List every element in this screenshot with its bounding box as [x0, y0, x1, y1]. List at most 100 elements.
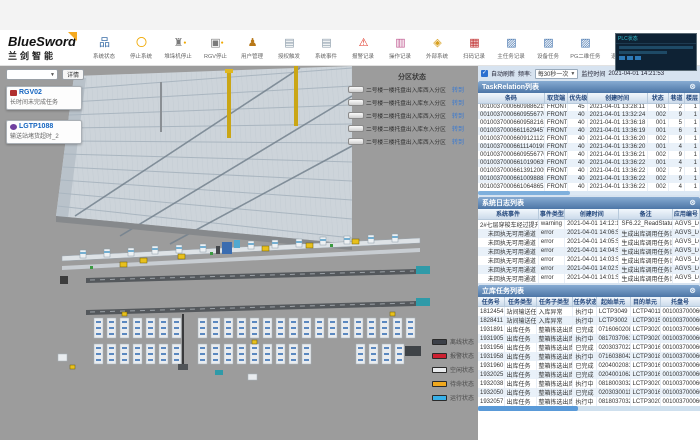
auto-refresh-checkbox[interactable]: ✓: [481, 70, 488, 77]
horizontal-scrollbar[interactable]: [478, 406, 700, 411]
toolbar-item[interactable]: ⚠ 报警记录: [345, 36, 382, 60]
toolbar-item-label: PG二维任务: [570, 51, 600, 59]
alert-card[interactable]: RGV02 长时间未完成任务: [6, 86, 82, 110]
column-header[interactable]: 条码: [478, 93, 544, 103]
legend-swatch: [432, 395, 447, 401]
table-row[interactable]: 00100370006609556770FRONT402021-04-01 13…: [478, 111, 700, 119]
column-header[interactable]: 状态: [647, 93, 668, 103]
toolbar-item[interactable]: ▣● RGV停止: [197, 36, 234, 60]
legend-label: 运行状态: [450, 393, 474, 402]
zone-row: 二号楼三楼托盘出入库西入分区 转到: [348, 137, 476, 146]
toolbar-item[interactable]: ▤ 系统事件: [308, 36, 345, 60]
device-select[interactable]: ▼: [6, 69, 58, 80]
table-row[interactable]: 未回执无可用通道error2021-04-01 14:01:56生成出库调用任务…: [478, 274, 700, 283]
table-row[interactable]: 1932025出库任务整箱拣选出库已完成0204001062LCTP301600…: [478, 370, 700, 379]
column-header[interactable]: 优先级: [568, 93, 587, 103]
zone-toggle[interactable]: [348, 99, 364, 106]
table-row[interactable]: 1932057出库任务整箱拣选出库执行中0818037032LCTP302000…: [478, 397, 700, 406]
table-row[interactable]: 1931905出库任务整箱拣选出库执行中0817037061LCTP302000…: [478, 334, 700, 343]
toolbar-item[interactable]: ▦ 扫码记录: [456, 36, 493, 60]
column-header[interactable]: 托盘号: [660, 297, 700, 307]
table-row[interactable]: 2#七层穿梭车经过提升机异常,车头长度warning2021-04-01 14:…: [478, 219, 700, 229]
table-row[interactable]: 00100370006609556770FRONT402021-04-01 13…: [478, 151, 700, 159]
toolbar-item-label: 操作记录: [389, 51, 411, 59]
zone-toggle[interactable]: [348, 86, 364, 93]
zone-toggle[interactable]: [348, 125, 364, 132]
table-row[interactable]: 未回执无可用通道error2021-04-01 14:02:56生成出库调用任务…: [478, 265, 700, 274]
table-row[interactable]: 1931960出库任务整箱拣选出库已完成0204002081LCTP301600…: [478, 361, 700, 370]
table-row[interactable]: 未回执无可用通道error2021-04-01 14:03:56生成出库调用任务…: [478, 256, 700, 265]
table-header-row: 系统事件事件类型创建时间备注应用编号: [478, 209, 700, 219]
column-header[interactable]: 目的单元: [630, 297, 660, 307]
zone-goto-link[interactable]: 转到: [452, 85, 464, 94]
table-row[interactable]: 00100370006609582162FRONT402021-04-01 13…: [478, 119, 700, 127]
close-icon[interactable]: ⊗: [689, 197, 696, 209]
column-header[interactable]: 事件类型: [538, 209, 564, 219]
column-header[interactable]: 楼层: [684, 93, 699, 103]
detail-button[interactable]: 详情: [62, 69, 84, 80]
alert-card[interactable]: LGTP1088 输送站堵货超时_2: [6, 120, 82, 144]
zone-goto-link[interactable]: 转到: [452, 111, 464, 120]
table-row[interactable]: 1931891出库任务整箱拣选出库已完成0716060208LCTP302000…: [478, 325, 700, 334]
table-row[interactable]: 未回执无可用通道error2021-04-01 14:04:56生成出库调用任务…: [478, 247, 700, 256]
close-icon[interactable]: ⊗: [689, 285, 696, 297]
table-row[interactable]: 00100370006609121123FRONT402021-04-01 13…: [478, 135, 700, 143]
table-row[interactable]: 00100370006611140190FRONT402021-04-01 13…: [478, 143, 700, 151]
table-row[interactable]: 00100370006610190639FRONT402021-04-01 13…: [478, 159, 700, 167]
toolbar-item[interactable]: ▨ 设备任务: [530, 36, 567, 60]
warehouse-3d-viewport[interactable]: ▼ 详情 RGV02 长时间未完成任务 LGTP1088 输送站堵货超时_2 分…: [0, 66, 478, 440]
horizontal-scrollbar[interactable]: [478, 191, 700, 195]
toolbar-item[interactable]: ▨ PG二维任务: [567, 36, 604, 60]
table-row[interactable]: 00100370006610098881FRONT402021-04-01 13…: [478, 175, 700, 183]
toolbar-item[interactable]: ♜● 堆垛机停止: [160, 36, 197, 60]
table-row[interactable]: 未回执无可用通道error2021-04-01 14:05:56生成出库调用任务…: [478, 238, 700, 247]
table-row[interactable]: 未回执无可用通道error2021-04-01 14:06:57生成出库调用任务…: [478, 229, 700, 238]
table-row[interactable]: 00100370006609886219FRONT452021-04-01 13…: [478, 103, 700, 111]
table-row[interactable]: 1828411站间输送任务入库异常执行中LCTP3002LCTP30150010…: [478, 316, 700, 325]
column-header[interactable]: 取货端: [544, 93, 568, 103]
brand-logo: BlueSword 兰剑智能: [0, 34, 86, 62]
column-header[interactable]: 备注: [619, 209, 672, 219]
pg-task-icon: ▨: [580, 36, 590, 51]
toolbar-item-label: 外部系统: [426, 51, 448, 59]
column-header[interactable]: 起始单元: [596, 297, 630, 307]
column-header[interactable]: 创建时间: [587, 93, 647, 103]
table-row[interactable]: 00100370006613912005FRONT402021-04-01 13…: [478, 167, 700, 175]
rgv-icon: [10, 90, 17, 96]
zone-goto-link[interactable]: 转到: [452, 124, 464, 133]
column-header[interactable]: 巷道: [668, 93, 684, 103]
column-header[interactable]: 应用编号: [672, 209, 699, 219]
toolbar-item[interactable]: 〇 停止系统: [123, 36, 160, 60]
column-header[interactable]: 任务类型: [504, 297, 536, 307]
table-row[interactable]: 00100370006611629457FRONT402021-04-01 13…: [478, 127, 700, 135]
table-row[interactable]: 1932038出库任务整箱拣选出库执行中0818003032LCTP302000…: [478, 379, 700, 388]
column-header[interactable]: 任务状态: [572, 297, 596, 307]
column-header[interactable]: 任务子类型: [536, 297, 572, 307]
zone-toggle[interactable]: [348, 138, 364, 145]
task-relation-table: 条码取货端优先级创建时间状态巷道楼层 00100370006609886219F…: [478, 93, 700, 191]
toolbar-item[interactable]: ♟ 用户管理: [234, 36, 271, 60]
zone-goto-link[interactable]: 转到: [452, 137, 464, 146]
table-row[interactable]: 1931956出库任务整箱拣选出库已完成0203037022LCTP301600…: [478, 343, 700, 352]
stop-system-icon: 〇: [136, 36, 147, 51]
toolbar-item[interactable]: ▤ 授权触发: [271, 36, 308, 60]
table-row[interactable]: 00100370006610648651FRONT402021-04-01 13…: [478, 183, 700, 191]
table-row[interactable]: 1812454站间输送任务入库异常执行中LCTP3049LCTP40110010…: [478, 307, 700, 317]
toolbar-item[interactable]: 品 系统状态: [86, 36, 123, 60]
close-icon[interactable]: ⊗: [689, 81, 696, 93]
toolbar-item[interactable]: ◈ 外部系统: [419, 36, 456, 60]
zone-goto-link[interactable]: 转到: [452, 98, 464, 107]
zone-toggle[interactable]: [348, 112, 364, 119]
table-row[interactable]: 1931958出库任务整箱拣选出库执行中0716038042LCTP301800…: [478, 352, 700, 361]
column-header[interactable]: 创建时间: [565, 209, 619, 219]
column-header[interactable]: 系统事件: [478, 209, 538, 219]
logo-accent: [68, 32, 77, 41]
column-header[interactable]: 任务号: [478, 297, 504, 307]
frequency-select[interactable]: 每30秒一次▼: [535, 69, 579, 79]
toolbar-item[interactable]: ▥ 操作记录: [382, 36, 419, 60]
legend-row: 运行状态: [432, 393, 474, 402]
auto-refresh-label: 自动刷新: [491, 69, 515, 78]
toolbar-item[interactable]: ▨ 主任务记录: [493, 36, 530, 60]
plc-status-minimap[interactable]: PLC状态: [615, 33, 697, 71]
table-row[interactable]: 1932050出库任务整箱拣选出库已完成0203030011LCTP301600…: [478, 388, 700, 397]
